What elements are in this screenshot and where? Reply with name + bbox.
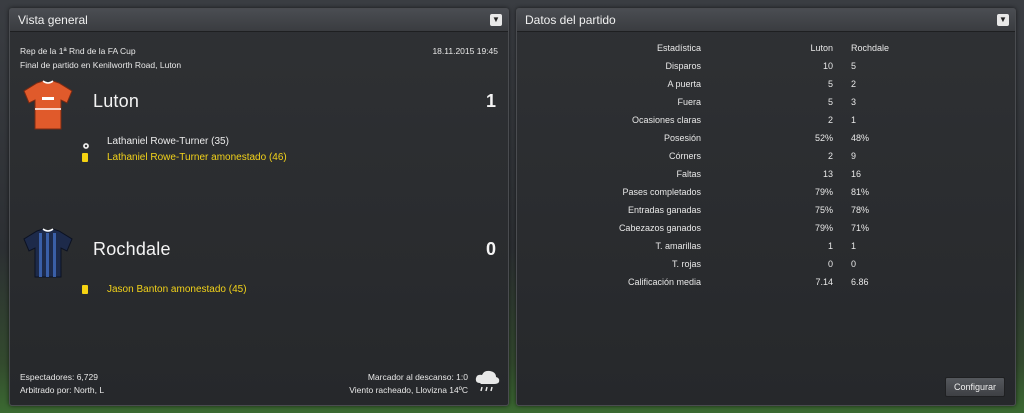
stat-away-value: 1 [851,115,857,125]
overview-header: Vista general ▼ [10,9,508,32]
table-row: A puerta 5 2 [517,79,1017,97]
stat-home-value: 7.14 [815,277,833,287]
stat-home-value: 13 [822,169,833,179]
stat-away-value: 78% [851,205,870,215]
stat-home-value: 0 [827,259,833,269]
yellow-card-icon [82,153,88,162]
table-row: Posesión 52% 48% [517,133,1017,151]
table-row: Córners 2 9 [517,151,1017,169]
table-row: T. amarillas 1 1 [517,241,1017,259]
stat-label: T. rojas [671,259,701,269]
yellow-card-icon [82,285,88,294]
stats-menu-chevron-down-icon[interactable]: ▼ [997,14,1009,26]
stats-header: Datos del partido ▼ [517,9,1015,32]
stat-away-value: 6.86 [851,277,869,287]
stat-away-value: 16 [851,169,862,179]
stat-label: Pases completados [622,187,701,197]
stat-home-value: 79% [814,223,833,233]
stat-away-value: 1 [851,241,857,251]
stats-header-away: Rochdale [851,43,890,53]
stats-header-home: Luton [810,43,833,53]
stat-label: Faltas [676,169,701,179]
stat-away-value: 71% [851,223,870,233]
table-row: Cabezazos ganados 79% 71% [517,223,1017,241]
home-shirt-icon [22,79,74,131]
table-row: Entradas ganadas 75% 78% [517,205,1017,223]
away-shirt-icon [22,227,74,279]
stat-label: Ocasiones claras [631,115,701,125]
stat-home-value: 52% [814,133,833,143]
away-team-name[interactable]: Rochdale [93,239,171,260]
stat-label: T. amarillas [655,241,701,251]
stat-home-value: 1 [827,241,833,251]
home-card-event[interactable]: Lathaniel Rowe-Turner amonestado (46) [107,152,287,163]
stat-away-value: 81% [851,187,870,197]
stat-label: Posesión [663,133,701,143]
competition-label: Rep de la 1ª Rnd de la FA Cup [20,46,136,56]
stat-away-value: 48% [851,133,870,143]
match-datetime: 18.11.2015 19:45 [432,46,498,56]
stats-panel: Datos del partido ▼ Estadística Luton Ro… [516,8,1016,406]
stat-home-value: 2 [827,115,833,125]
halftime-score: Marcador al descanso: 1:0 [367,372,468,382]
table-row: Ocasiones claras 2 1 [517,115,1017,133]
home-score: 1 [485,91,496,111]
stat-home-value: 79% [814,187,833,197]
stat-home-value: 5 [827,97,833,107]
referee: Arbitrado por: North, L [20,385,105,395]
stat-label: Cabezazos ganados [618,223,701,233]
stat-label: Entradas ganadas [627,205,701,215]
stat-home-value: 5 [827,79,833,89]
table-row: Pases completados 79% 81% [517,187,1017,205]
overview-title: Vista general [18,13,88,27]
rain-cloud-icon [474,369,500,393]
stat-label: Calificación media [627,277,701,287]
home-goal-event[interactable]: Lathaniel Rowe-Turner (35) [107,136,229,147]
overview-panel: Vista general ▼ Rep de la 1ª Rnd de la F… [9,8,509,406]
stats-column-header: Estadística Luton Rochdale [517,43,1017,61]
stat-home-value: 2 [827,151,833,161]
stat-home-value: 75% [814,205,833,215]
overview-menu-chevron-down-icon[interactable]: ▼ [490,14,502,26]
stat-away-value: 2 [851,79,857,89]
result-line: Final de partido en Kenilworth Road, Lut… [20,60,182,70]
stat-away-value: 0 [851,259,857,269]
away-card-event[interactable]: Jason Banton amonestado (45) [107,284,247,295]
stat-label: Disparos [665,61,701,71]
stat-label: A puerta [667,79,701,89]
stat-away-value: 9 [851,151,857,161]
table-row: Faltas 13 16 [517,169,1017,187]
attendance: Espectadores: 6,729 [20,372,98,382]
stats-header-label: Estadística [656,43,701,53]
stat-away-value: 3 [851,97,857,107]
table-row: Disparos 10 5 [517,61,1017,79]
table-row: Fuera 5 3 [517,97,1017,115]
home-team-name[interactable]: Luton [93,91,139,112]
stat-away-value: 5 [851,61,857,71]
configure-button[interactable]: Configurar [945,377,1005,397]
stat-home-value: 10 [822,61,833,71]
table-row: T. rojas 0 0 [517,259,1017,277]
weather-text: Viento racheado, Llovizna 14ºC [349,385,468,395]
stat-label: Córners [668,151,701,161]
stat-label: Fuera [677,97,701,107]
away-score: 0 [485,239,496,259]
ball-icon [82,137,90,150]
table-row: Calificación media 7.14 6.86 [517,277,1017,295]
stats-title: Datos del partido [525,13,616,27]
